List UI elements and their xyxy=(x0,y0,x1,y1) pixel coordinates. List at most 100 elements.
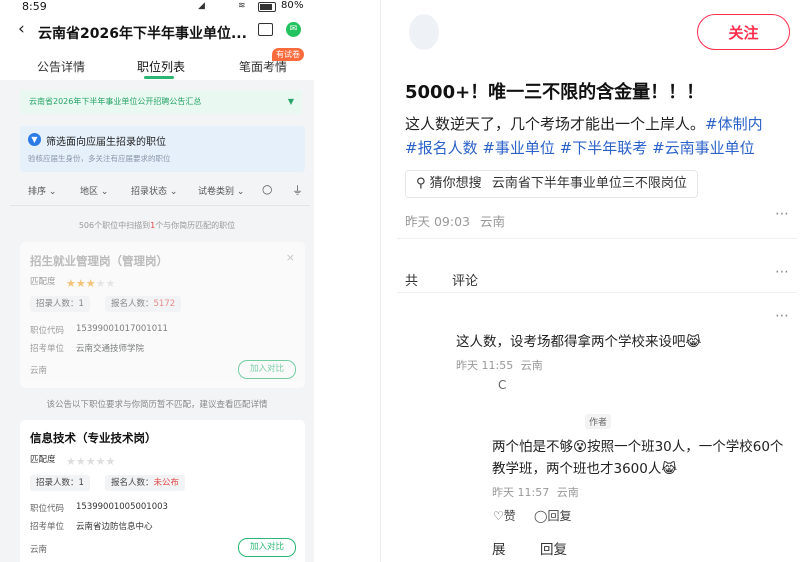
close-icon[interactable]: × xyxy=(286,251,295,264)
job-card[interactable]: 招生就业管理岗（管理岗） × 匹配度 ★★★★★ 招录人数：1 报名人数：517… xyxy=(20,242,305,388)
star-icon: ★ xyxy=(85,455,96,468)
announcement-selector[interactable]: 云南省2026年下半年事业单位公开招聘公告汇总 ▼ xyxy=(20,90,302,114)
post-date: 昨天 09:03 xyxy=(405,214,470,229)
sort-label: 排序 xyxy=(28,187,47,197)
post-meta: 昨天 09:03 云南 xyxy=(405,211,505,230)
hashtag-link[interactable]: #体制内 xyxy=(705,115,763,133)
code-label: 职位代码 xyxy=(30,504,65,514)
wechat-share-icon[interactable]: ✉ xyxy=(286,22,301,37)
hashtag-link[interactable]: #云南事业单位 xyxy=(652,139,755,157)
battery-percent: 80 xyxy=(281,0,294,11)
status-dropdown[interactable]: 招录状态 ⌄ xyxy=(131,184,177,197)
star-icon: ★ xyxy=(66,455,76,468)
comment-more-icon[interactable]: ⋯ xyxy=(775,308,789,324)
status-bar: 8:59 ◢ ≋ 80 % xyxy=(0,0,314,14)
fresh-graduate-filter-banner[interactable]: ▼ 筛选面向应届生招录的职位 验核应届生身份，多关注有应届要求的职位 xyxy=(20,126,305,172)
sort-dropdown[interactable]: 排序 ⌄ xyxy=(28,184,56,197)
heart-icon: ♡ xyxy=(493,509,504,523)
bookmark-icon[interactable] xyxy=(258,23,273,36)
divider xyxy=(10,205,310,206)
filter-icon[interactable]: ⏚ xyxy=(292,182,303,198)
applicants-value: 5172 xyxy=(153,299,176,309)
add-compare-button[interactable]: 加入对比 xyxy=(238,538,296,557)
sort-filter-row: 排序 ⌄ 地区 ⌄ 招录状态 ⌄ 试卷类别 ⌄ ○ ⏚ xyxy=(10,180,310,200)
reply-bubble-icon: ◯ xyxy=(534,509,548,523)
search-prefix: 猜你想搜 xyxy=(429,176,482,191)
job-unit: 云南交通技师学院 xyxy=(76,344,145,354)
author-avatar[interactable] xyxy=(409,14,439,50)
scan-prefix: 506个职位中扫描到 xyxy=(78,221,151,230)
star-icon: ★ xyxy=(66,277,76,290)
star-icon: ★ xyxy=(105,277,116,290)
reply-text-part: 按照一个班30人，一个学校60个 xyxy=(587,439,784,455)
tab-job-list[interactable]: 职位列表 xyxy=(137,58,185,75)
applicants-pill: 报名人数：未公布 xyxy=(105,475,186,491)
reply-button[interactable]: ◯回复 xyxy=(534,507,571,524)
more-options-icon[interactable]: ⋯ xyxy=(775,206,789,222)
like-button[interactable]: ♡赞 xyxy=(493,507,516,524)
job-card[interactable]: 信息技术（专业技术岗） 匹配度 ★★★★★ 招录人数：1 报名人数：未公布 职位… xyxy=(20,420,305,562)
panel-divider xyxy=(380,0,381,562)
reply-text-part: 两个怕是不够 xyxy=(492,439,573,455)
job-title: 信息技术（专业技术岗） xyxy=(30,431,157,445)
search-icon: ⚲ xyxy=(416,176,426,191)
star-icon: ★ xyxy=(75,277,86,290)
add-compare-button[interactable]: 加入对比 xyxy=(238,360,296,379)
paper-type-dropdown[interactable]: 试卷类别 ⌄ xyxy=(198,184,244,197)
scan-result-text: 506个职位中扫描到1个与你简历匹配的职位 xyxy=(0,220,314,231)
scan-suffix: 个与你简历匹配的职位 xyxy=(155,221,236,230)
applicants-label: 报名人数： xyxy=(111,478,154,488)
expand-fragment[interactable]: 展 xyxy=(492,538,506,558)
hashtag-link[interactable]: #报名人数 xyxy=(405,139,478,157)
signal-icon: ◢ xyxy=(198,1,205,11)
job-location: 云南 xyxy=(30,366,48,376)
region-dropdown[interactable]: 地区 ⌄ xyxy=(80,184,108,197)
hashtag-link[interactable]: #下半年联考 xyxy=(560,139,648,157)
hashtag-link[interactable]: #事业单位 xyxy=(482,139,555,157)
star-icon: ★ xyxy=(105,455,116,468)
comments-header: 评论 xyxy=(452,274,479,289)
back-icon[interactable]: ‹ xyxy=(18,19,25,39)
reply-meta: 昨天 11:57 云南 xyxy=(492,484,579,500)
reply-text-part: 教学班，两个班也才3600人 xyxy=(492,461,662,477)
comment-location: 云南 xyxy=(520,359,543,372)
dizzy-face-emoji: 😵 xyxy=(573,439,588,455)
filter-banner-title: 筛选面向应届生招录的职位 xyxy=(46,137,166,148)
post-title: 5000+！唯一三不限的含金量！！！ xyxy=(405,82,705,103)
paper-type-label: 试卷类别 xyxy=(198,187,235,197)
search-icon[interactable]: ○ xyxy=(262,182,272,196)
tab-announcement-detail[interactable]: 公告详情 xyxy=(37,58,85,75)
mismatch-notice: 该公告以下职位要求与你简历暂不匹配，建议查看匹配详情 xyxy=(46,400,268,410)
job-code: 15399001005001003 xyxy=(76,502,168,512)
laughing-cat-emoji: 😹 xyxy=(685,334,702,350)
suggested-search[interactable]: ⚲ 猜你想搜 云南省下半年事业单位三不限岗位 xyxy=(405,170,698,198)
reply-time: 昨天 11:57 xyxy=(492,486,550,499)
divider xyxy=(397,292,797,293)
star-icon: ★ xyxy=(75,455,86,468)
recruit-count: 招录人数：1 xyxy=(30,296,90,312)
unit-label: 招考单位 xyxy=(30,344,65,354)
job-code: 15399001017001011 xyxy=(76,324,168,334)
job-unit: 云南省边防信息中心 xyxy=(76,522,153,532)
comments-options-icon[interactable]: ⋯ xyxy=(775,264,789,280)
follow-button[interactable]: 关注 xyxy=(697,14,790,50)
match-stars: ★★★★★ xyxy=(66,450,115,469)
job-stats: 招录人数：1 报名人数：5172 xyxy=(30,296,300,312)
comments-count-prefix: 共 xyxy=(405,274,419,289)
filter-banner-subtitle: 验核应届生身份，多关注有应届要求的职位 xyxy=(28,154,171,163)
dropdown-triangle-icon: ▼ xyxy=(287,97,294,106)
region-label: 地区 xyxy=(80,187,99,197)
job-stats: 招录人数：1 报名人数：未公布 xyxy=(30,475,300,491)
funnel-icon: ▼ xyxy=(28,133,41,146)
star-icon: ★ xyxy=(95,455,106,468)
unit-label: 招考单位 xyxy=(30,522,65,532)
active-tab-indicator xyxy=(144,76,174,79)
job-app-screen: 8:59 ◢ ≋ 80 % ‹ 云南省2026年下半年事业单位... ✉ 公告详… xyxy=(0,0,314,562)
wifi-icon: ≋ xyxy=(238,1,246,11)
match-label: 匹配度 xyxy=(30,455,56,465)
job-location: 云南 xyxy=(30,545,48,555)
reply-fragment[interactable]: 回复 xyxy=(540,538,567,558)
announcement-text: 云南省2026年下半年事业单位公开招聘公告汇总 xyxy=(29,97,202,106)
star-icon: ★ xyxy=(95,277,106,290)
divider xyxy=(397,238,797,239)
